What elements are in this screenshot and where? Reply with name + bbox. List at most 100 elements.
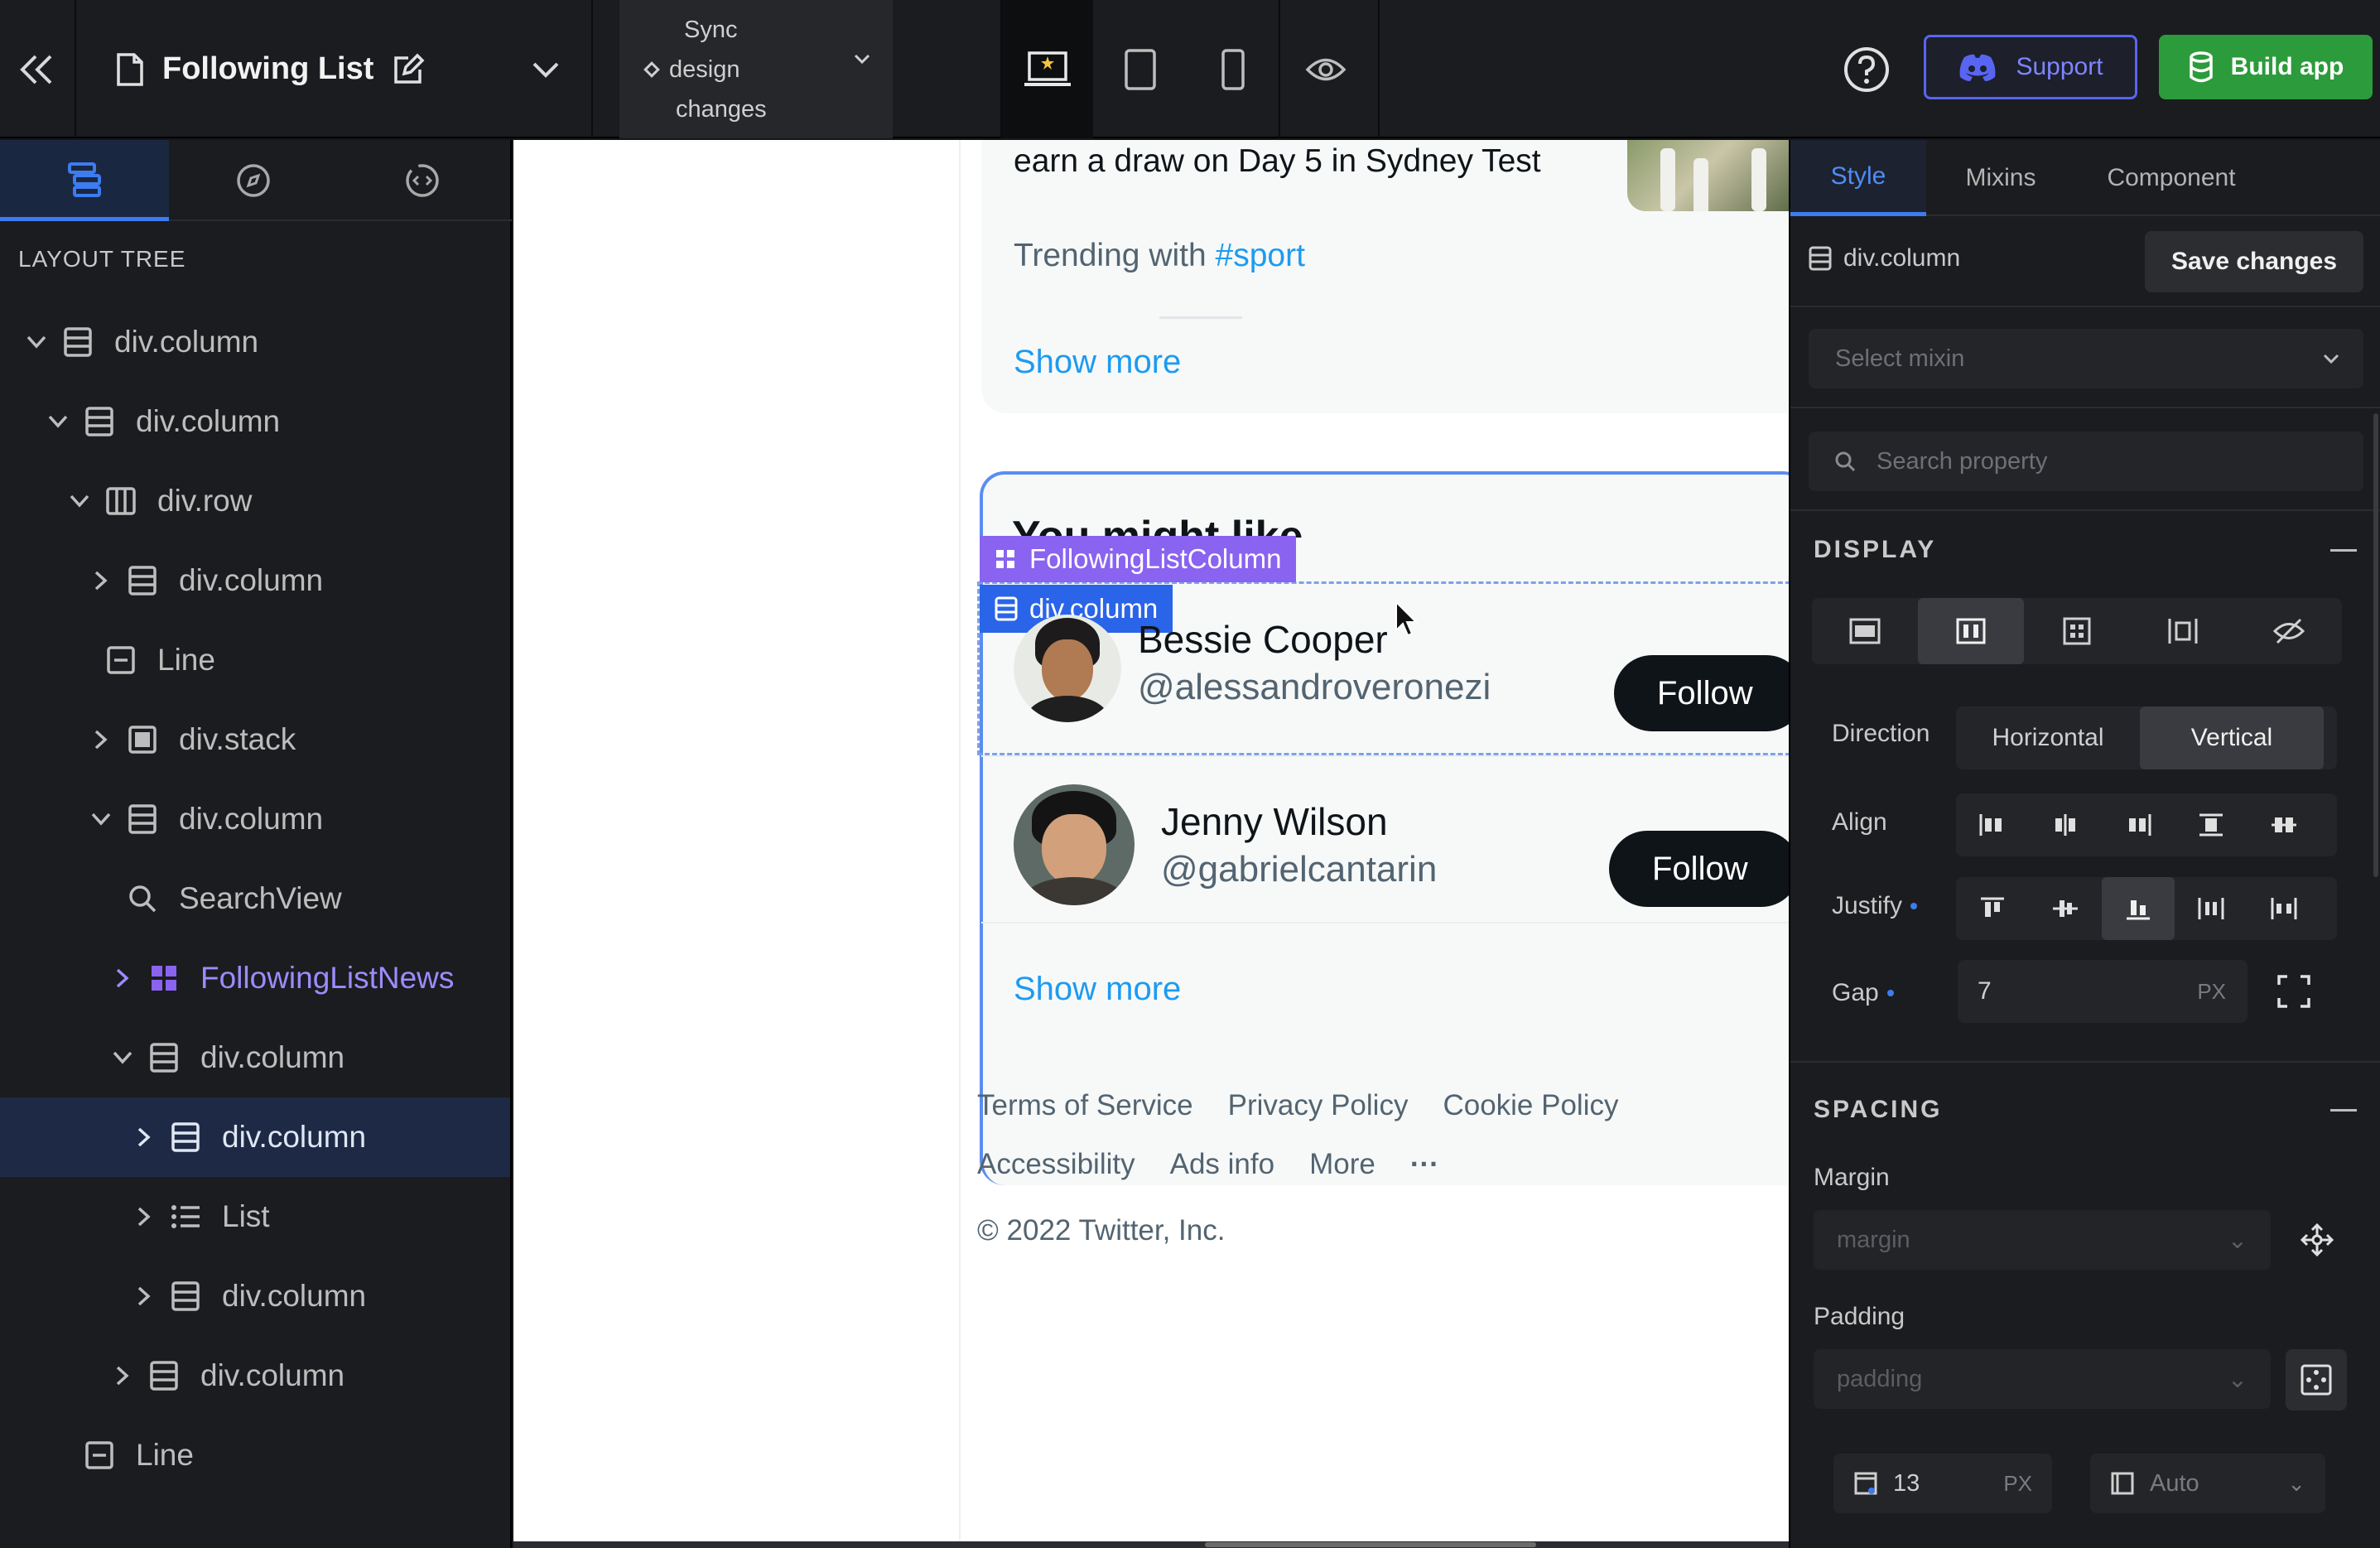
direction-horizontal-option[interactable]: Horizontal	[1956, 706, 2140, 769]
tree-node-toggle[interactable]	[84, 803, 118, 836]
tree-node-toggle[interactable]	[41, 405, 75, 438]
gap-expand-button[interactable]	[2269, 967, 2319, 1016]
follow-button[interactable]: Follow	[1609, 831, 1789, 907]
justify-between-option[interactable]	[2175, 877, 2248, 940]
project-selector[interactable]: Following List	[76, 0, 590, 138]
justify-start-option[interactable]	[1956, 877, 2029, 940]
padding-left-input[interactable]: Auto ⌄	[2090, 1454, 2325, 1513]
padding-mode-button[interactable]	[2286, 1349, 2347, 1411]
display-block-option[interactable]	[1812, 598, 1918, 664]
chevron-right-icon[interactable]	[137, 1206, 152, 1227]
margin-input[interactable]: margin ⌄	[1814, 1210, 2271, 1270]
tree-node[interactable]: Line	[0, 1415, 510, 1495]
tree-node-toggle[interactable]	[63, 485, 96, 518]
chevron-right-icon[interactable]	[94, 570, 108, 591]
tree-node[interactable]: Line	[0, 620, 510, 700]
tree-node-toggle[interactable]	[20, 326, 53, 359]
edit-icon[interactable]	[392, 53, 425, 86]
tree-node[interactable]: List	[0, 1177, 510, 1256]
chevron-right-icon[interactable]	[137, 1126, 152, 1148]
chevron-right-icon[interactable]	[94, 729, 108, 750]
search-property-input[interactable]: Search property	[1809, 432, 2363, 491]
align-center-option[interactable]	[2029, 793, 2102, 856]
cookie-link[interactable]: Cookie Policy	[1443, 1089, 1618, 1122]
align-end-option[interactable]	[2102, 793, 2175, 856]
design-canvas[interactable]: earn a draw on Day 5 in Sydney Test Tren…	[513, 140, 1789, 1541]
align-start-option[interactable]	[1956, 793, 2029, 856]
padding-input[interactable]: padding ⌄	[1814, 1349, 2271, 1409]
tab-style[interactable]: Style	[1790, 140, 1926, 216]
chevron-right-icon[interactable]	[137, 1285, 152, 1307]
build-app-button[interactable]: Build app	[2159, 35, 2373, 99]
tree-node[interactable]: div.column	[0, 382, 510, 461]
display-inline-option[interactable]	[2130, 598, 2236, 664]
tree-node[interactable]: div.column	[0, 1256, 510, 1336]
gap-input[interactable]: 7 PX	[1958, 960, 2248, 1023]
tree-node-toggle[interactable]	[128, 1280, 161, 1313]
tree-node-toggle[interactable]	[84, 723, 118, 756]
user-row[interactable]: Jenny Wilson @gabrielcantarin	[1014, 784, 1437, 905]
chevron-down-icon[interactable]	[532, 60, 560, 79]
more-link[interactable]: More	[1309, 1148, 1375, 1181]
tree-node[interactable]: div.stack	[0, 700, 510, 779]
tree-node[interactable]: div.row	[0, 461, 510, 541]
user-name[interactable]: Bessie Cooper	[1138, 617, 1491, 662]
user-name[interactable]: Jenny Wilson	[1161, 799, 1437, 844]
display-flex-option[interactable]	[1918, 598, 2024, 664]
display-none-option[interactable]	[2236, 598, 2342, 664]
tab-layout-tree[interactable]	[0, 140, 169, 221]
chevron-right-icon[interactable]	[115, 967, 130, 989]
tree-node[interactable]: div.column	[0, 1336, 510, 1415]
tree-node-toggle[interactable]	[84, 564, 118, 597]
inspector-scrollbar[interactable]	[2373, 413, 2378, 877]
display-grid-option[interactable]	[2024, 598, 2130, 664]
device-laptop-button[interactable]	[1002, 0, 1093, 138]
tree-node-toggle[interactable]	[106, 962, 139, 995]
tree-node[interactable]: div.column	[0, 302, 510, 382]
accessibility-link[interactable]: Accessibility	[977, 1148, 1135, 1181]
news-headline[interactable]: earn a draw on Day 5 in Sydney Test	[1014, 140, 1610, 183]
tab-code[interactable]	[338, 140, 507, 221]
help-button[interactable]	[1833, 0, 1900, 138]
tab-mixins[interactable]: Mixins	[1926, 140, 2075, 216]
chevron-down-icon[interactable]	[47, 414, 69, 429]
follow-button[interactable]: Follow	[1614, 655, 1789, 731]
component-badge[interactable]: FollowingListColumn	[980, 536, 1297, 582]
terms-link[interactable]: Terms of Service	[977, 1089, 1193, 1122]
direction-vertical-option[interactable]: Vertical	[2140, 706, 2324, 769]
align-baseline-option[interactable]	[2248, 793, 2320, 856]
privacy-link[interactable]: Privacy Policy	[1228, 1089, 1409, 1122]
sync-design-changes-button[interactable]: Sync design changes	[619, 0, 893, 138]
tree-node[interactable]: div.column	[0, 1018, 510, 1097]
margin-mode-button[interactable]	[2292, 1215, 2342, 1265]
chevron-down-icon[interactable]	[112, 1050, 133, 1065]
chevron-right-icon[interactable]	[115, 1365, 130, 1386]
justify-center-option[interactable]	[2029, 877, 2102, 940]
more-options-icon[interactable]: ···	[1410, 1148, 1439, 1181]
align-stretch-option[interactable]	[2175, 793, 2248, 856]
tree-node-toggle[interactable]	[128, 1121, 161, 1154]
chevron-down-icon[interactable]	[26, 335, 47, 350]
select-mixin-dropdown[interactable]: Select mixin	[1809, 329, 2363, 388]
avatar[interactable]	[1014, 615, 1121, 722]
tab-assets[interactable]	[169, 140, 338, 221]
canvas-horizontal-scrollbar[interactable]	[1205, 1542, 1536, 1547]
support-button[interactable]: Support	[1924, 35, 2137, 99]
tree-node[interactable]: SearchView	[0, 859, 510, 938]
chevron-down-icon[interactable]	[69, 494, 90, 509]
save-changes-button[interactable]: Save changes	[2145, 231, 2363, 292]
preview-button[interactable]	[1280, 0, 1371, 138]
device-tablet-button[interactable]	[1095, 0, 1186, 138]
show-more-link[interactable]: Show more	[1014, 344, 1181, 381]
tree-node-toggle[interactable]	[106, 1041, 139, 1074]
padding-top-input[interactable]: 13 PX	[1833, 1454, 2052, 1513]
collapse-spacing-button[interactable]	[2330, 1109, 2357, 1112]
tab-component[interactable]: Component	[2075, 140, 2267, 216]
show-more-link[interactable]: Show more	[1014, 971, 1181, 1008]
justify-end-option[interactable]	[2102, 877, 2175, 940]
collapse-display-button[interactable]	[2330, 549, 2357, 552]
tree-node[interactable]: div.column	[0, 779, 510, 859]
tree-node-toggle[interactable]	[128, 1200, 161, 1233]
tree-node[interactable]: FollowingListNews	[0, 938, 510, 1018]
justify-around-option[interactable]	[2248, 877, 2320, 940]
